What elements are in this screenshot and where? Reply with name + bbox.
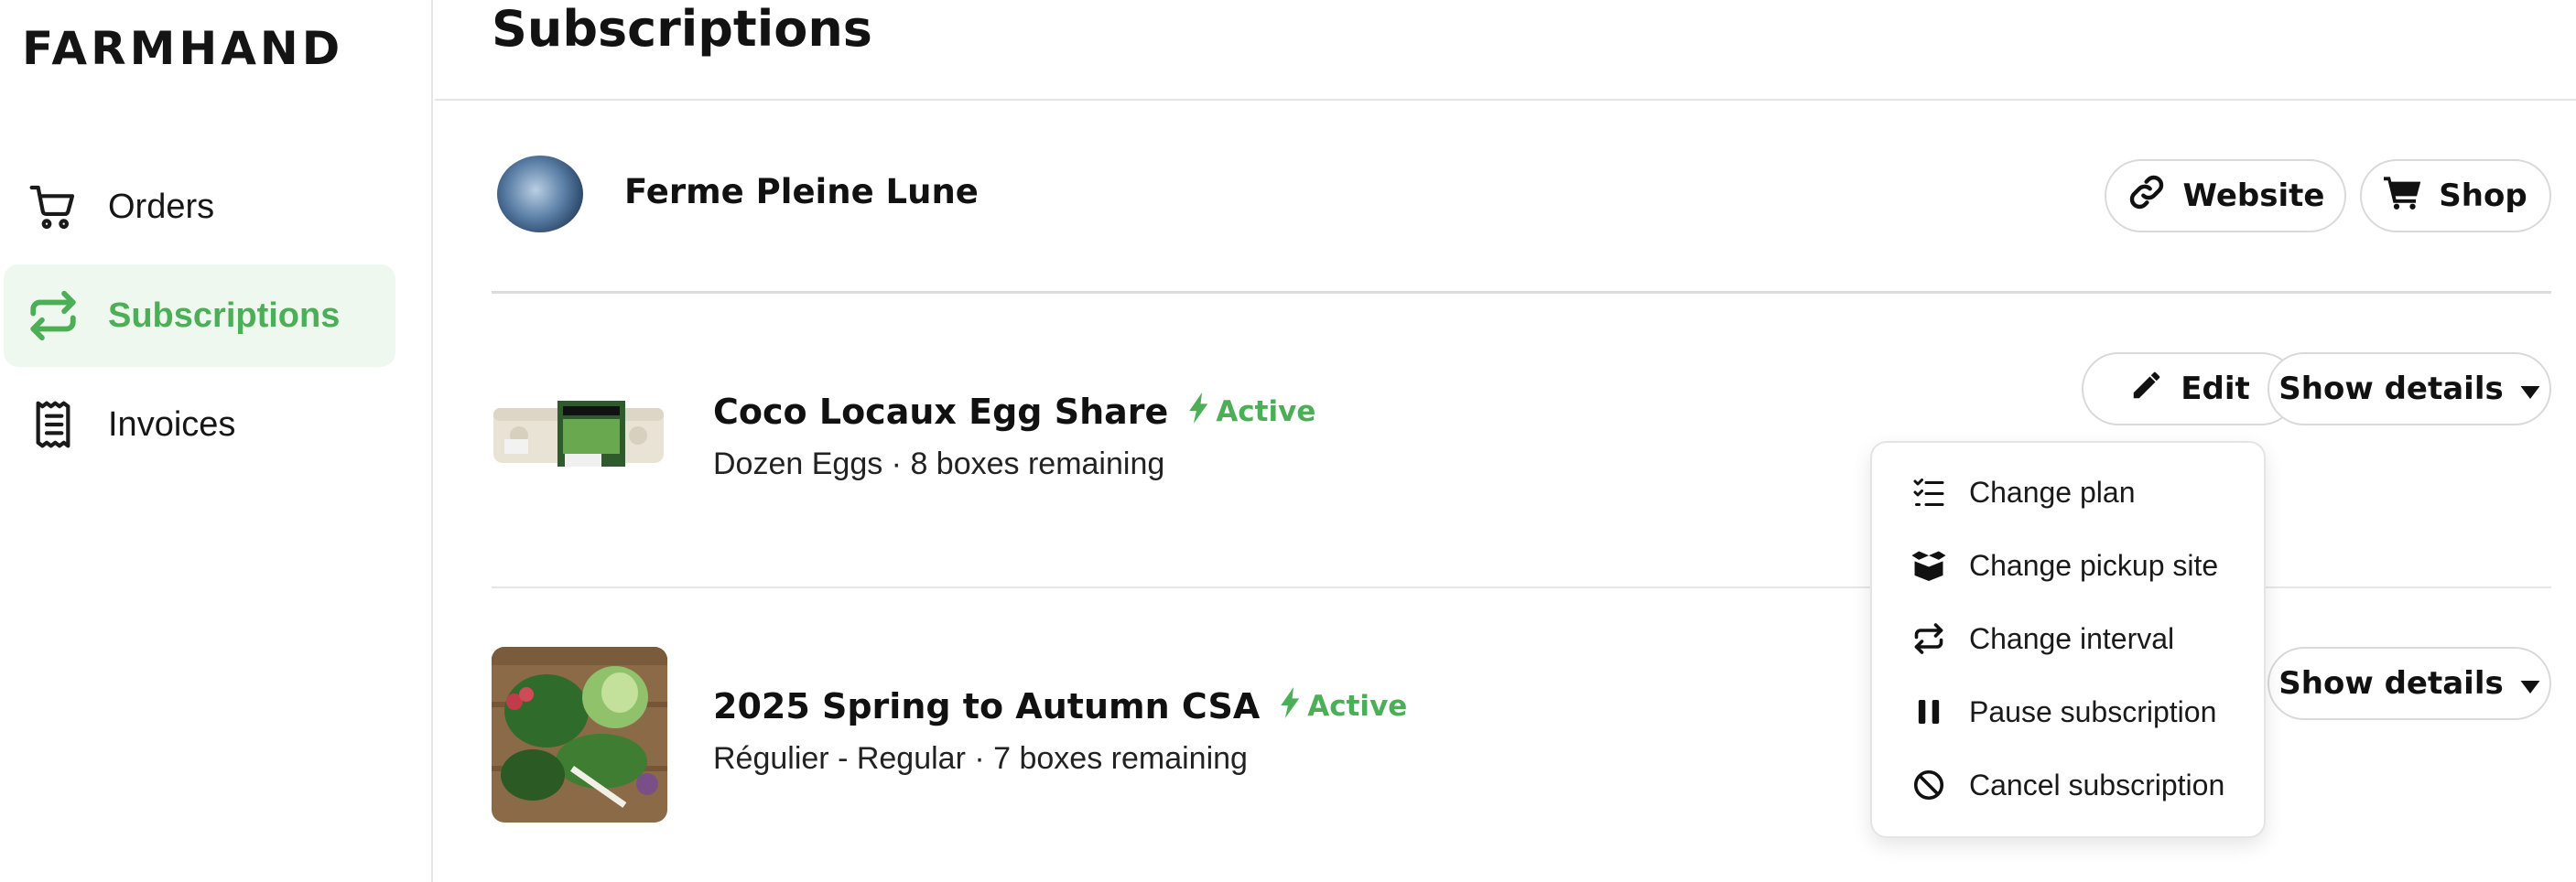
website-label: Website [2182, 177, 2325, 214]
subscription-name: Coco Locaux Egg Share [713, 392, 1169, 432]
menu-item-cancel-subscription[interactable]: Cancel subscription [1872, 752, 2268, 818]
pencil-icon [2129, 368, 2164, 411]
subscription-name: 2025 Spring to Autumn CSA [713, 686, 1261, 726]
cart-icon [2384, 174, 2422, 219]
menu-item-label: Change interval [1969, 621, 2175, 655]
show-details-button[interactable]: Show details [2268, 647, 2551, 720]
bolt-icon [1188, 393, 1210, 431]
caret-down-icon [2520, 665, 2540, 702]
shop-label: Shop [2439, 177, 2527, 214]
menu-item-change-pickup-site[interactable]: Change pickup site [1872, 532, 2268, 598]
status-badge: Active [1280, 687, 1407, 726]
farm-avatar [497, 156, 583, 232]
status-label: Active [1216, 395, 1316, 428]
website-button[interactable]: Website [2105, 159, 2346, 232]
sidebar-item-label: Subscriptions [108, 296, 341, 335]
repeat-icon [1910, 620, 1947, 657]
subscription-subtitle: Dozen Eggs · 8 boxes remaining [713, 446, 1165, 481]
menu-item-label: Cancel subscription [1969, 768, 2225, 801]
sidebar-item-subscriptions[interactable]: Subscriptions [4, 264, 395, 367]
show-details-label: Show details [2278, 665, 2504, 702]
show-details-button[interactable]: Show details [2268, 352, 2551, 425]
sidebar: FARMHAND Orders Subscriptions Invoices [0, 0, 433, 882]
receipt-icon [26, 397, 81, 452]
header-divider [435, 99, 2576, 101]
farm-name: Ferme Pleine Lune [624, 172, 979, 211]
status-label: Active [1307, 690, 1408, 723]
caret-down-icon [2520, 371, 2540, 407]
section-divider [492, 291, 2551, 294]
csa-thumbnail [492, 647, 667, 823]
edit-button[interactable]: Edit [2082, 352, 2298, 425]
menu-item-change-plan[interactable]: Change plan [1872, 459, 2268, 525]
menu-item-label: Change pickup site [1969, 548, 2219, 582]
subscription-title: 2025 Spring to Autumn CSA Active [713, 686, 1407, 726]
subscription-subtitle: Régulier - Regular · 7 boxes remaining [713, 741, 1248, 776]
show-details-label: Show details [2278, 371, 2504, 407]
app-root: FARMHAND Orders Subscriptions Invoices S… [0, 0, 2576, 882]
pause-icon [1910, 694, 1947, 730]
link-icon [2127, 172, 2167, 220]
menu-item-change-interval[interactable]: Change interval [1872, 606, 2268, 672]
shop-button[interactable]: Shop [2360, 159, 2551, 232]
menu-item-label: Pause subscription [1969, 694, 2217, 728]
edit-label: Edit [2181, 371, 2250, 407]
ban-icon [1910, 767, 1947, 803]
sidebar-item-label: Orders [108, 187, 215, 226]
cart-icon [26, 179, 81, 234]
sidebar-item-label: Invoices [108, 404, 236, 444]
egg-share-thumbnail [492, 351, 667, 525]
status-badge: Active [1188, 393, 1315, 431]
box-icon [1910, 547, 1947, 584]
subscription-title: Coco Locaux Egg Share Active [713, 392, 1315, 432]
sidebar-item-orders[interactable]: Orders [4, 156, 395, 258]
main-content: Subscriptions Ferme Pleine Lune Website … [435, 0, 2576, 882]
edit-dropdown-menu: Change plan Change pickup site Change in… [1870, 441, 2266, 838]
bolt-icon [1280, 687, 1302, 726]
checklist-icon [1910, 474, 1947, 511]
page-title: Subscriptions [492, 0, 872, 58]
repeat-icon [26, 288, 81, 343]
brand-logo[interactable]: FARMHAND [22, 22, 343, 75]
menu-item-pause-subscription[interactable]: Pause subscription [1872, 679, 2268, 745]
menu-item-label: Change plan [1969, 475, 2136, 509]
sidebar-item-invoices[interactable]: Invoices [4, 373, 395, 476]
